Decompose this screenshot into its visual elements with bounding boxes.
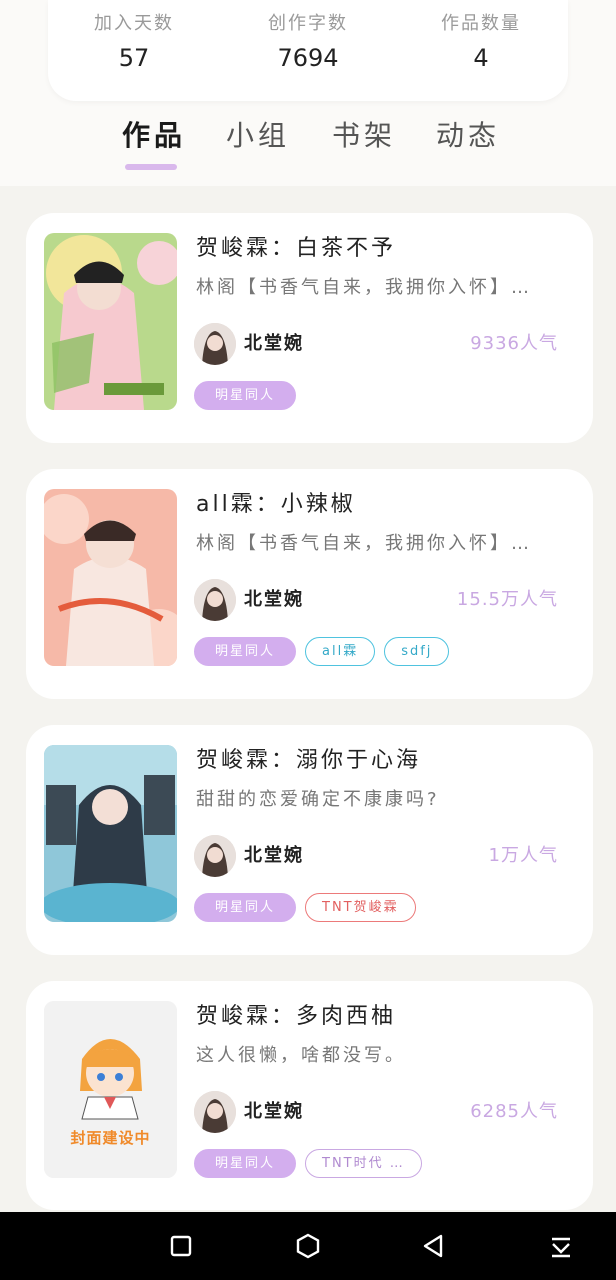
stat-join-days: 加入天数 57 (64, 10, 204, 76)
author-avatar[interactable] (194, 1091, 236, 1133)
work-cover-image[interactable] (44, 233, 177, 410)
work-description: 这人很懒，啥都没写。 (196, 1045, 406, 1066)
work-title[interactable]: 贺峻霖：白茶不予 (196, 231, 396, 267)
tag-list: 明星同人 TNT时代 … (194, 1149, 431, 1179)
work-title[interactable]: 贺峻霖：溺你于心海 (196, 743, 421, 779)
stat-value: 4 (473, 44, 489, 72)
tag-list: 明星同人 (194, 381, 305, 411)
tag-chip[interactable]: 明星同人 (194, 1149, 296, 1178)
work-title[interactable]: 贺峻霖：多肉西柚 (196, 999, 396, 1035)
author-row: 北堂婉 9336人气 (194, 323, 558, 365)
tag-chip[interactable]: 明星同人 (194, 893, 296, 922)
active-tab-indicator (125, 164, 177, 170)
profile-tabs: 作品 小组 书架 动态 (0, 112, 616, 176)
work-title[interactable]: all霖：小辣椒 (196, 487, 356, 523)
tag-list: 明星同人 all霖 sdfj (194, 637, 458, 667)
author-name[interactable]: 北堂婉 (244, 841, 304, 871)
profile-header-band: 加入天数 57 创作字数 7694 作品数量 4 作品 小组 书架 动态 (0, 0, 616, 186)
stat-label: 创作字数 (268, 13, 348, 34)
cover-placeholder-text: 封面建设中 (70, 1129, 151, 1147)
author-name[interactable]: 北堂婉 (244, 1097, 304, 1127)
tag-chip[interactable]: 明星同人 (194, 381, 296, 410)
author-name[interactable]: 北堂婉 (244, 585, 304, 615)
profile-works-page: 加入天数 57 创作字数 7694 作品数量 4 作品 小组 书架 动态 贺峻霖… (0, 0, 616, 1280)
stat-label: 作品数量 (441, 13, 521, 34)
work-cover-image[interactable] (44, 745, 177, 922)
work-cover-placeholder[interactable]: 封面建设中 (44, 1001, 177, 1178)
popularity-count: 1万人气 (488, 845, 558, 866)
stat-label: 加入天数 (94, 13, 174, 34)
triangle-back-icon[interactable] (419, 1232, 447, 1260)
author-avatar[interactable] (194, 579, 236, 621)
popularity-count: 9336人气 (470, 333, 558, 354)
author-row: 北堂婉 15.5万人气 (194, 579, 558, 621)
author-row: 北堂婉 6285人气 (194, 1091, 558, 1133)
tab-groups[interactable]: 小组 (226, 112, 290, 160)
work-card[interactable]: 贺峻霖：溺你于心海 甜甜的恋爱确定不康康吗? 北堂婉 1万人气 明星同人 TNT贺… (26, 725, 593, 955)
tab-activity[interactable]: 动态 (436, 112, 500, 160)
author-name[interactable]: 北堂婉 (244, 329, 304, 359)
hexagon-icon[interactable] (294, 1232, 322, 1260)
work-card[interactable]: all霖：小辣椒 林阁【书香气自来，我拥你入怀】… 北堂婉 15.5万人气 明星… (26, 469, 593, 699)
stats-card: 加入天数 57 创作字数 7694 作品数量 4 (48, 0, 568, 101)
stat-value: 7694 (277, 44, 339, 72)
work-description: 林阁【书香气自来，我拥你入怀】… (196, 533, 532, 554)
tag-chip[interactable]: 明星同人 (194, 637, 296, 666)
author-row: 北堂婉 1万人气 (194, 835, 558, 877)
work-cover-image[interactable] (44, 489, 177, 666)
work-description: 甜甜的恋爱确定不康康吗? (196, 789, 440, 810)
stat-value: 57 (118, 44, 150, 72)
stat-works-count: 作品数量 4 (411, 10, 551, 76)
author-avatar[interactable] (194, 835, 236, 877)
popularity-count: 15.5万人气 (456, 589, 558, 610)
popularity-count: 6285人气 (470, 1101, 558, 1122)
tag-chip[interactable]: TNT贺峻霖 (305, 893, 416, 922)
tag-chip[interactable]: all霖 (305, 637, 376, 666)
work-description: 林阁【书香气自来，我拥你入怀】… (196, 277, 532, 298)
tag-chip[interactable]: sdfj (384, 637, 450, 666)
tag-chip[interactable]: TNT时代 … (305, 1149, 422, 1178)
tab-bookshelf[interactable]: 书架 (332, 112, 396, 160)
work-card[interactable]: 贺峻霖：白茶不予 林阁【书香气自来，我拥你入怀】… 北堂婉 9336人气 明星同… (26, 213, 593, 443)
stat-word-count: 创作字数 7694 (238, 10, 378, 76)
system-navigation-bar (0, 1212, 616, 1280)
work-card[interactable]: 封面建设中 贺峻霖：多肉西柚 这人很懒，啥都没写。 北堂婉 6285人气 明星同… (26, 981, 593, 1210)
author-avatar[interactable] (194, 323, 236, 365)
tab-works[interactable]: 作品 (122, 112, 186, 160)
tag-list: 明星同人 TNT贺峻霖 (194, 893, 425, 923)
download-tray-icon[interactable] (547, 1232, 575, 1260)
square-icon[interactable] (167, 1232, 195, 1260)
